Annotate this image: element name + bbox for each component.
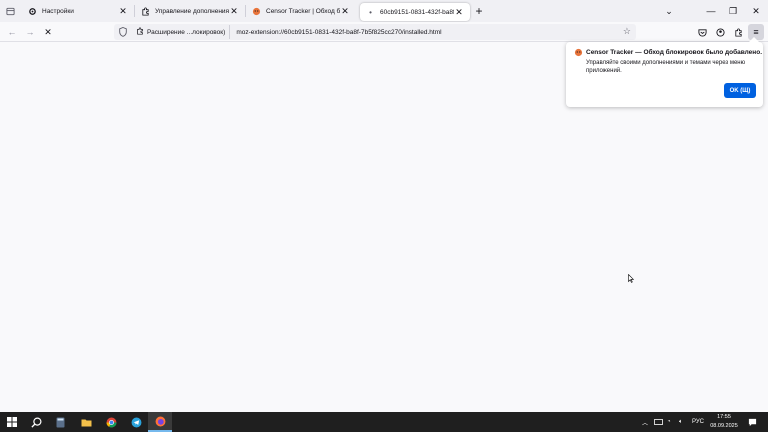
puzzle-icon: [734, 27, 742, 37]
close-icon: ✕: [752, 5, 760, 16]
search-button[interactable]: [24, 412, 48, 432]
telegram-icon: [131, 417, 141, 427]
calculator-icon: [56, 417, 64, 427]
minimize-button[interactable]: —: [700, 0, 722, 22]
firefox-view-button[interactable]: [0, 0, 20, 22]
start-button[interactable]: [0, 412, 24, 432]
arrow-left-icon: ←: [7, 27, 17, 37]
clock-date: 08.09.2025: [710, 423, 738, 429]
firefox-icon: [155, 416, 165, 426]
close-window-button[interactable]: ✕: [745, 0, 767, 22]
gear-icon: [28, 7, 37, 16]
close-icon[interactable]: ✕: [118, 6, 128, 16]
tab-title: Настройки: [42, 7, 74, 15]
close-icon[interactable]: ✕: [229, 6, 239, 16]
stop-button[interactable]: ✕: [40, 24, 56, 40]
firefox-view-icon: [5, 7, 15, 15]
tray-overflow-button[interactable]: ︿: [642, 412, 648, 432]
back-button[interactable]: ←: [4, 24, 20, 40]
volume-button[interactable]: 🔈︎: [679, 412, 683, 432]
panel-header: Censor Tracker — Обход блокировок было д…: [574, 48, 762, 57]
tab-title: Управление дополнениями: [155, 7, 229, 15]
dot-icon: •: [369, 7, 372, 17]
tab-title: Censor Tracker | Обход блокировок: [266, 7, 340, 15]
panel-arrow: [749, 37, 759, 42]
notifications-button[interactable]: [748, 412, 757, 432]
url-text[interactable]: moz-extension://60cb9151-0831-432f-ba8f-…: [236, 29, 441, 36]
calculator-button[interactable]: [48, 412, 72, 432]
url-bar[interactable]: Расширение ...локировок) moz-extension:/…: [114, 24, 636, 40]
language-indicator[interactable]: РУС: [692, 412, 704, 432]
chevron-up-icon: ︿: [642, 420, 649, 427]
network-button[interactable]: ◔: [667, 412, 671, 432]
chevron-down-icon: ⌄: [665, 5, 673, 16]
account-icon: [715, 27, 725, 37]
file-explorer-button[interactable]: [74, 412, 98, 432]
new-tab-button[interactable]: +: [470, 0, 488, 22]
puzzle-icon: [141, 6, 150, 16]
tab-extension-page[interactable]: • 60cb9151-0831-432f-ba8f-7b5f825cc270 ✕: [360, 3, 470, 21]
puzzle-icon: [136, 27, 144, 37]
identity-box[interactable]: Расширение ...локировок): [132, 25, 231, 39]
account-button[interactable]: [712, 24, 728, 40]
app-tray-icon: [654, 419, 663, 425]
hamburger-icon: ≡: [753, 27, 759, 37]
arrow-right-icon: →: [25, 27, 35, 37]
search-icon: [30, 416, 42, 428]
plus-icon: +: [475, 4, 483, 18]
chrome-button[interactable]: [99, 412, 123, 432]
star-icon[interactable]: ☆: [623, 26, 631, 37]
tab-title: 60cb9151-0831-432f-ba8f-7b5f825cc270: [380, 8, 454, 16]
tab-list-button[interactable]: ⌄: [658, 0, 680, 22]
tiger-icon: [252, 7, 261, 16]
firefox-button[interactable]: [148, 412, 172, 432]
tab-settings[interactable]: Настройки ✕: [22, 0, 134, 22]
nav-bar: ← → ✕ Расширение ...локировок) moz-exten…: [0, 22, 768, 42]
tab-addons[interactable]: Управление дополнениями ✕: [135, 0, 245, 22]
telegram-button[interactable]: [124, 412, 148, 432]
shield-icon: [119, 27, 127, 37]
chrome-icon: [106, 417, 116, 427]
minimize-icon: —: [706, 6, 716, 16]
close-icon: ✕: [44, 26, 52, 37]
panel-message: Управляйте своими дополнениями и темами …: [586, 60, 746, 74]
pocket-icon: [697, 28, 707, 37]
ok-button[interactable]: OK (Щ): [724, 83, 756, 98]
tray-app-icon[interactable]: [654, 412, 663, 432]
windows-icon: [7, 417, 17, 427]
clock[interactable]: 17:55 08.09.2025: [706, 413, 742, 431]
restore-button[interactable]: ❐: [722, 0, 744, 22]
extensions-button[interactable]: [730, 24, 746, 40]
panel-title: Censor Tracker — Обход блокировок было д…: [586, 49, 763, 56]
tab-strip: Настройки ✕ Управление дополнениями ✕ Ce…: [0, 0, 768, 22]
clock-time: 17:55: [717, 414, 731, 420]
forward-button[interactable]: →: [22, 24, 38, 40]
notification-icon: [748, 418, 757, 426]
wifi-icon: ◔: [667, 419, 671, 425]
identity-label: Расширение ...локировок): [147, 28, 226, 36]
pocket-button[interactable]: [694, 24, 710, 40]
tab-censor-tracker[interactable]: Censor Tracker | Обход блокировок ✕: [246, 0, 356, 22]
addon-installed-panel: Censor Tracker — Обход блокировок было д…: [566, 37, 763, 107]
close-icon[interactable]: ✕: [454, 7, 464, 17]
close-icon[interactable]: ✕: [340, 6, 350, 16]
speaker-icon: 🔈︎: [679, 418, 683, 425]
tiger-icon: [574, 48, 583, 57]
cursor-icon: [628, 274, 634, 283]
restore-icon: ❐: [728, 5, 738, 16]
folder-icon: [81, 419, 91, 426]
taskbar: ︿ ◔ 🔈︎ РУС 17:55 08.09.2025: [0, 412, 768, 432]
